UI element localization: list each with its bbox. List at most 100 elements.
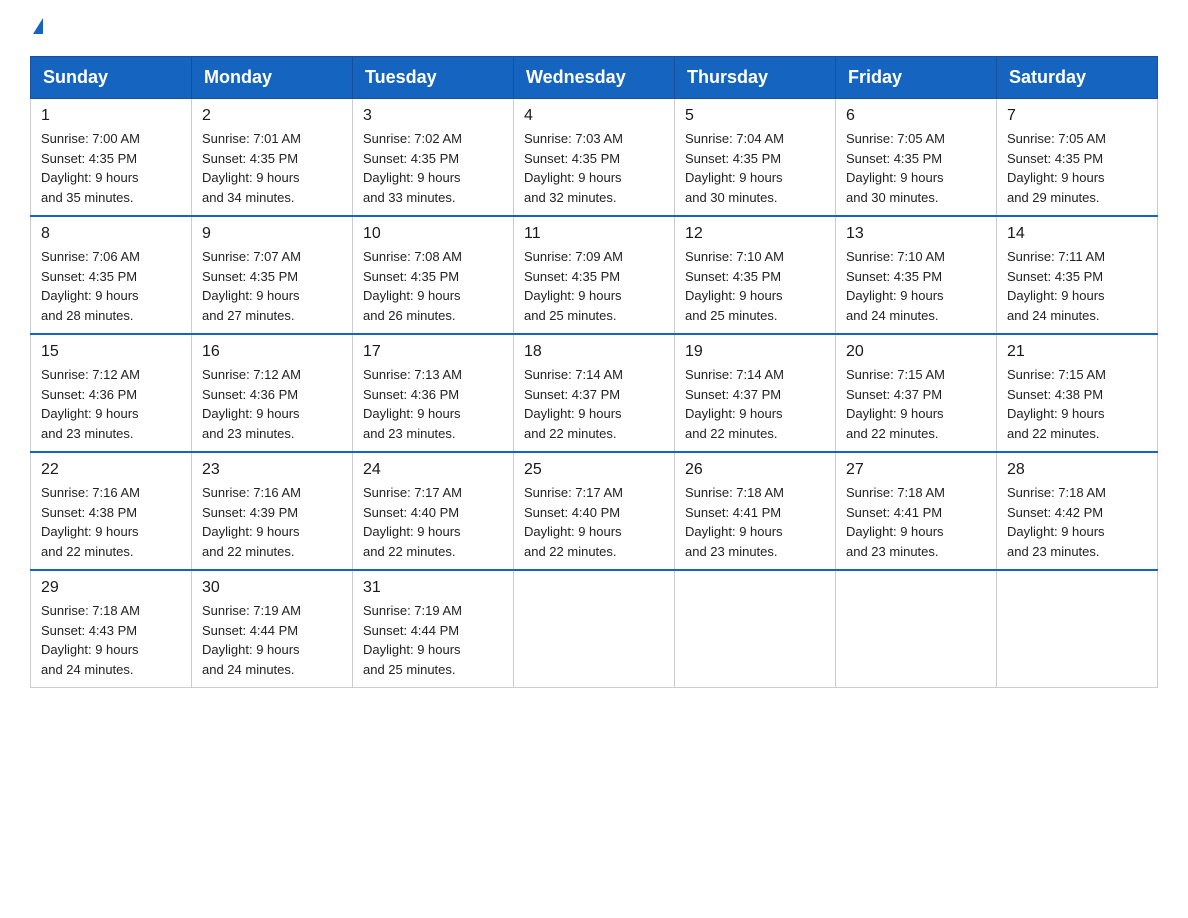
day-info: Sunrise: 7:13 AMSunset: 4:36 PMDaylight:… [363, 365, 503, 443]
calendar-day-cell [514, 570, 675, 688]
day-number: 8 [41, 225, 181, 243]
day-number: 15 [41, 343, 181, 361]
calendar-body: 1 Sunrise: 7:00 AMSunset: 4:35 PMDaylight… [31, 99, 1158, 688]
calendar-day-cell: 15 Sunrise: 7:12 AMSunset: 4:36 PMDayligh… [31, 334, 192, 452]
page-header [30, 20, 1158, 36]
day-info: Sunrise: 7:09 AMSunset: 4:35 PMDaylight:… [524, 247, 664, 325]
day-info: Sunrise: 7:19 AMSunset: 4:44 PMDaylight:… [202, 601, 342, 679]
day-number: 26 [685, 461, 825, 479]
calendar-day-header: Sunday [31, 57, 192, 99]
calendar-day-cell: 22Sunrise: 7:16 AMSunset: 4:38 PMDayligh… [31, 452, 192, 570]
calendar-day-cell: 16 Sunrise: 7:12 AMSunset: 4:36 PMDayligh… [192, 334, 353, 452]
day-number: 27 [846, 461, 986, 479]
calendar-day-cell: 28 Sunrise: 7:18 AMSunset: 4:42 PMDayligh… [997, 452, 1158, 570]
calendar-week-row: 1 Sunrise: 7:00 AMSunset: 4:35 PMDaylight… [31, 99, 1158, 217]
day-number: 18 [524, 343, 664, 361]
day-info: Sunrise: 7:14 AMSunset: 4:37 PMDaylight:… [685, 365, 825, 443]
day-info: Sunrise: 7:04 AMSunset: 4:35 PMDaylight:… [685, 129, 825, 207]
calendar-day-header: Wednesday [514, 57, 675, 99]
day-info: Sunrise: 7:12 AMSunset: 4:36 PMDaylight:… [41, 365, 181, 443]
day-number: 30 [202, 579, 342, 597]
day-info: Sunrise: 7:15 AMSunset: 4:37 PMDaylight:… [846, 365, 986, 443]
calendar-day-cell [997, 570, 1158, 688]
day-info: Sunrise: 7:00 AMSunset: 4:35 PMDaylight:… [41, 129, 181, 207]
day-info: Sunrise: 7:14 AMSunset: 4:37 PMDaylight:… [524, 365, 664, 443]
day-info: Sunrise: 7:05 AMSunset: 4:35 PMDaylight:… [846, 129, 986, 207]
calendar-day-header: Friday [836, 57, 997, 99]
calendar-day-header: Monday [192, 57, 353, 99]
day-info: Sunrise: 7:10 AMSunset: 4:35 PMDaylight:… [685, 247, 825, 325]
calendar-day-cell: 3 Sunrise: 7:02 AMSunset: 4:35 PMDaylight… [353, 99, 514, 217]
day-number: 9 [202, 225, 342, 243]
logo [30, 20, 43, 36]
day-info: Sunrise: 7:10 AMSunset: 4:35 PMDaylight:… [846, 247, 986, 325]
calendar-day-cell: 9 Sunrise: 7:07 AMSunset: 4:35 PMDaylight… [192, 216, 353, 334]
day-number: 19 [685, 343, 825, 361]
day-number: 7 [1007, 107, 1147, 125]
calendar-day-cell: 25 Sunrise: 7:17 AMSunset: 4:40 PMDayligh… [514, 452, 675, 570]
day-info: Sunrise: 7:06 AMSunset: 4:35 PMDaylight:… [41, 247, 181, 325]
calendar-day-cell: 26 Sunrise: 7:18 AMSunset: 4:41 PMDayligh… [675, 452, 836, 570]
logo-triangle-icon [33, 18, 43, 34]
calendar-week-row: 15 Sunrise: 7:12 AMSunset: 4:36 PMDayligh… [31, 334, 1158, 452]
calendar-day-cell: 27 Sunrise: 7:18 AMSunset: 4:41 PMDayligh… [836, 452, 997, 570]
day-number: 28 [1007, 461, 1147, 479]
calendar-day-cell: 7 Sunrise: 7:05 AMSunset: 4:35 PMDaylight… [997, 99, 1158, 217]
day-info: Sunrise: 7:15 AMSunset: 4:38 PMDaylight:… [1007, 365, 1147, 443]
calendar-day-cell: 19 Sunrise: 7:14 AMSunset: 4:37 PMDayligh… [675, 334, 836, 452]
calendar-day-cell: 21 Sunrise: 7:15 AMSunset: 4:38 PMDayligh… [997, 334, 1158, 452]
calendar-day-cell [836, 570, 997, 688]
day-number: 17 [363, 343, 503, 361]
day-number: 23 [202, 461, 342, 479]
day-info: Sunrise: 7:16 AMSunset: 4:38 PMDaylight:… [41, 483, 181, 561]
calendar-day-cell: 2Sunrise: 7:01 AMSunset: 4:35 PMDaylight… [192, 99, 353, 217]
calendar-day-cell: 29 Sunrise: 7:18 AMSunset: 4:43 PMDayligh… [31, 570, 192, 688]
day-number: 21 [1007, 343, 1147, 361]
day-info: Sunrise: 7:16 AMSunset: 4:39 PMDaylight:… [202, 483, 342, 561]
day-number: 1 [41, 107, 181, 125]
day-info: Sunrise: 7:19 AMSunset: 4:44 PMDaylight:… [363, 601, 503, 679]
day-number: 13 [846, 225, 986, 243]
day-number: 29 [41, 579, 181, 597]
day-number: 12 [685, 225, 825, 243]
calendar-day-cell: 31Sunrise: 7:19 AMSunset: 4:44 PMDayligh… [353, 570, 514, 688]
day-info: Sunrise: 7:11 AMSunset: 4:35 PMDaylight:… [1007, 247, 1147, 325]
calendar-day-cell: 1 Sunrise: 7:00 AMSunset: 4:35 PMDaylight… [31, 99, 192, 217]
day-number: 4 [524, 107, 664, 125]
day-number: 25 [524, 461, 664, 479]
calendar-day-cell: 6Sunrise: 7:05 AMSunset: 4:35 PMDaylight… [836, 99, 997, 217]
day-number: 3 [363, 107, 503, 125]
day-info: Sunrise: 7:17 AMSunset: 4:40 PMDaylight:… [363, 483, 503, 561]
calendar-day-cell: 23 Sunrise: 7:16 AMSunset: 4:39 PMDayligh… [192, 452, 353, 570]
day-number: 20 [846, 343, 986, 361]
calendar-day-cell: 30 Sunrise: 7:19 AMSunset: 4:44 PMDayligh… [192, 570, 353, 688]
day-info: Sunrise: 7:08 AMSunset: 4:35 PMDaylight:… [363, 247, 503, 325]
calendar-day-cell: 17 Sunrise: 7:13 AMSunset: 4:36 PMDayligh… [353, 334, 514, 452]
calendar-day-header: Thursday [675, 57, 836, 99]
calendar-table: SundayMondayTuesdayWednesdayThursdayFrid… [30, 56, 1158, 688]
calendar-day-cell: 14 Sunrise: 7:11 AMSunset: 4:35 PMDayligh… [997, 216, 1158, 334]
calendar-week-row: 8 Sunrise: 7:06 AMSunset: 4:35 PMDaylight… [31, 216, 1158, 334]
day-info: Sunrise: 7:18 AMSunset: 4:43 PMDaylight:… [41, 601, 181, 679]
calendar-day-cell: 10 Sunrise: 7:08 AMSunset: 4:35 PMDayligh… [353, 216, 514, 334]
day-info: Sunrise: 7:18 AMSunset: 4:42 PMDaylight:… [1007, 483, 1147, 561]
calendar-day-header: Saturday [997, 57, 1158, 99]
day-info: Sunrise: 7:02 AMSunset: 4:35 PMDaylight:… [363, 129, 503, 207]
calendar-day-cell: 5Sunrise: 7:04 AMSunset: 4:35 PMDaylight… [675, 99, 836, 217]
day-number: 10 [363, 225, 503, 243]
calendar-day-cell: 24 Sunrise: 7:17 AMSunset: 4:40 PMDayligh… [353, 452, 514, 570]
calendar-header-row: SundayMondayTuesdayWednesdayThursdayFrid… [31, 57, 1158, 99]
calendar-day-cell: 12 Sunrise: 7:10 AMSunset: 4:35 PMDayligh… [675, 216, 836, 334]
day-info: Sunrise: 7:18 AMSunset: 4:41 PMDaylight:… [685, 483, 825, 561]
day-info: Sunrise: 7:05 AMSunset: 4:35 PMDaylight:… [1007, 129, 1147, 207]
day-number: 16 [202, 343, 342, 361]
day-number: 14 [1007, 225, 1147, 243]
day-info: Sunrise: 7:18 AMSunset: 4:41 PMDaylight:… [846, 483, 986, 561]
day-number: 24 [363, 461, 503, 479]
day-info: Sunrise: 7:17 AMSunset: 4:40 PMDaylight:… [524, 483, 664, 561]
calendar-day-cell: 11Sunrise: 7:09 AMSunset: 4:35 PMDayligh… [514, 216, 675, 334]
calendar-day-cell [675, 570, 836, 688]
calendar-day-cell: 8 Sunrise: 7:06 AMSunset: 4:35 PMDaylight… [31, 216, 192, 334]
day-info: Sunrise: 7:07 AMSunset: 4:35 PMDaylight:… [202, 247, 342, 325]
day-info: Sunrise: 7:12 AMSunset: 4:36 PMDaylight:… [202, 365, 342, 443]
